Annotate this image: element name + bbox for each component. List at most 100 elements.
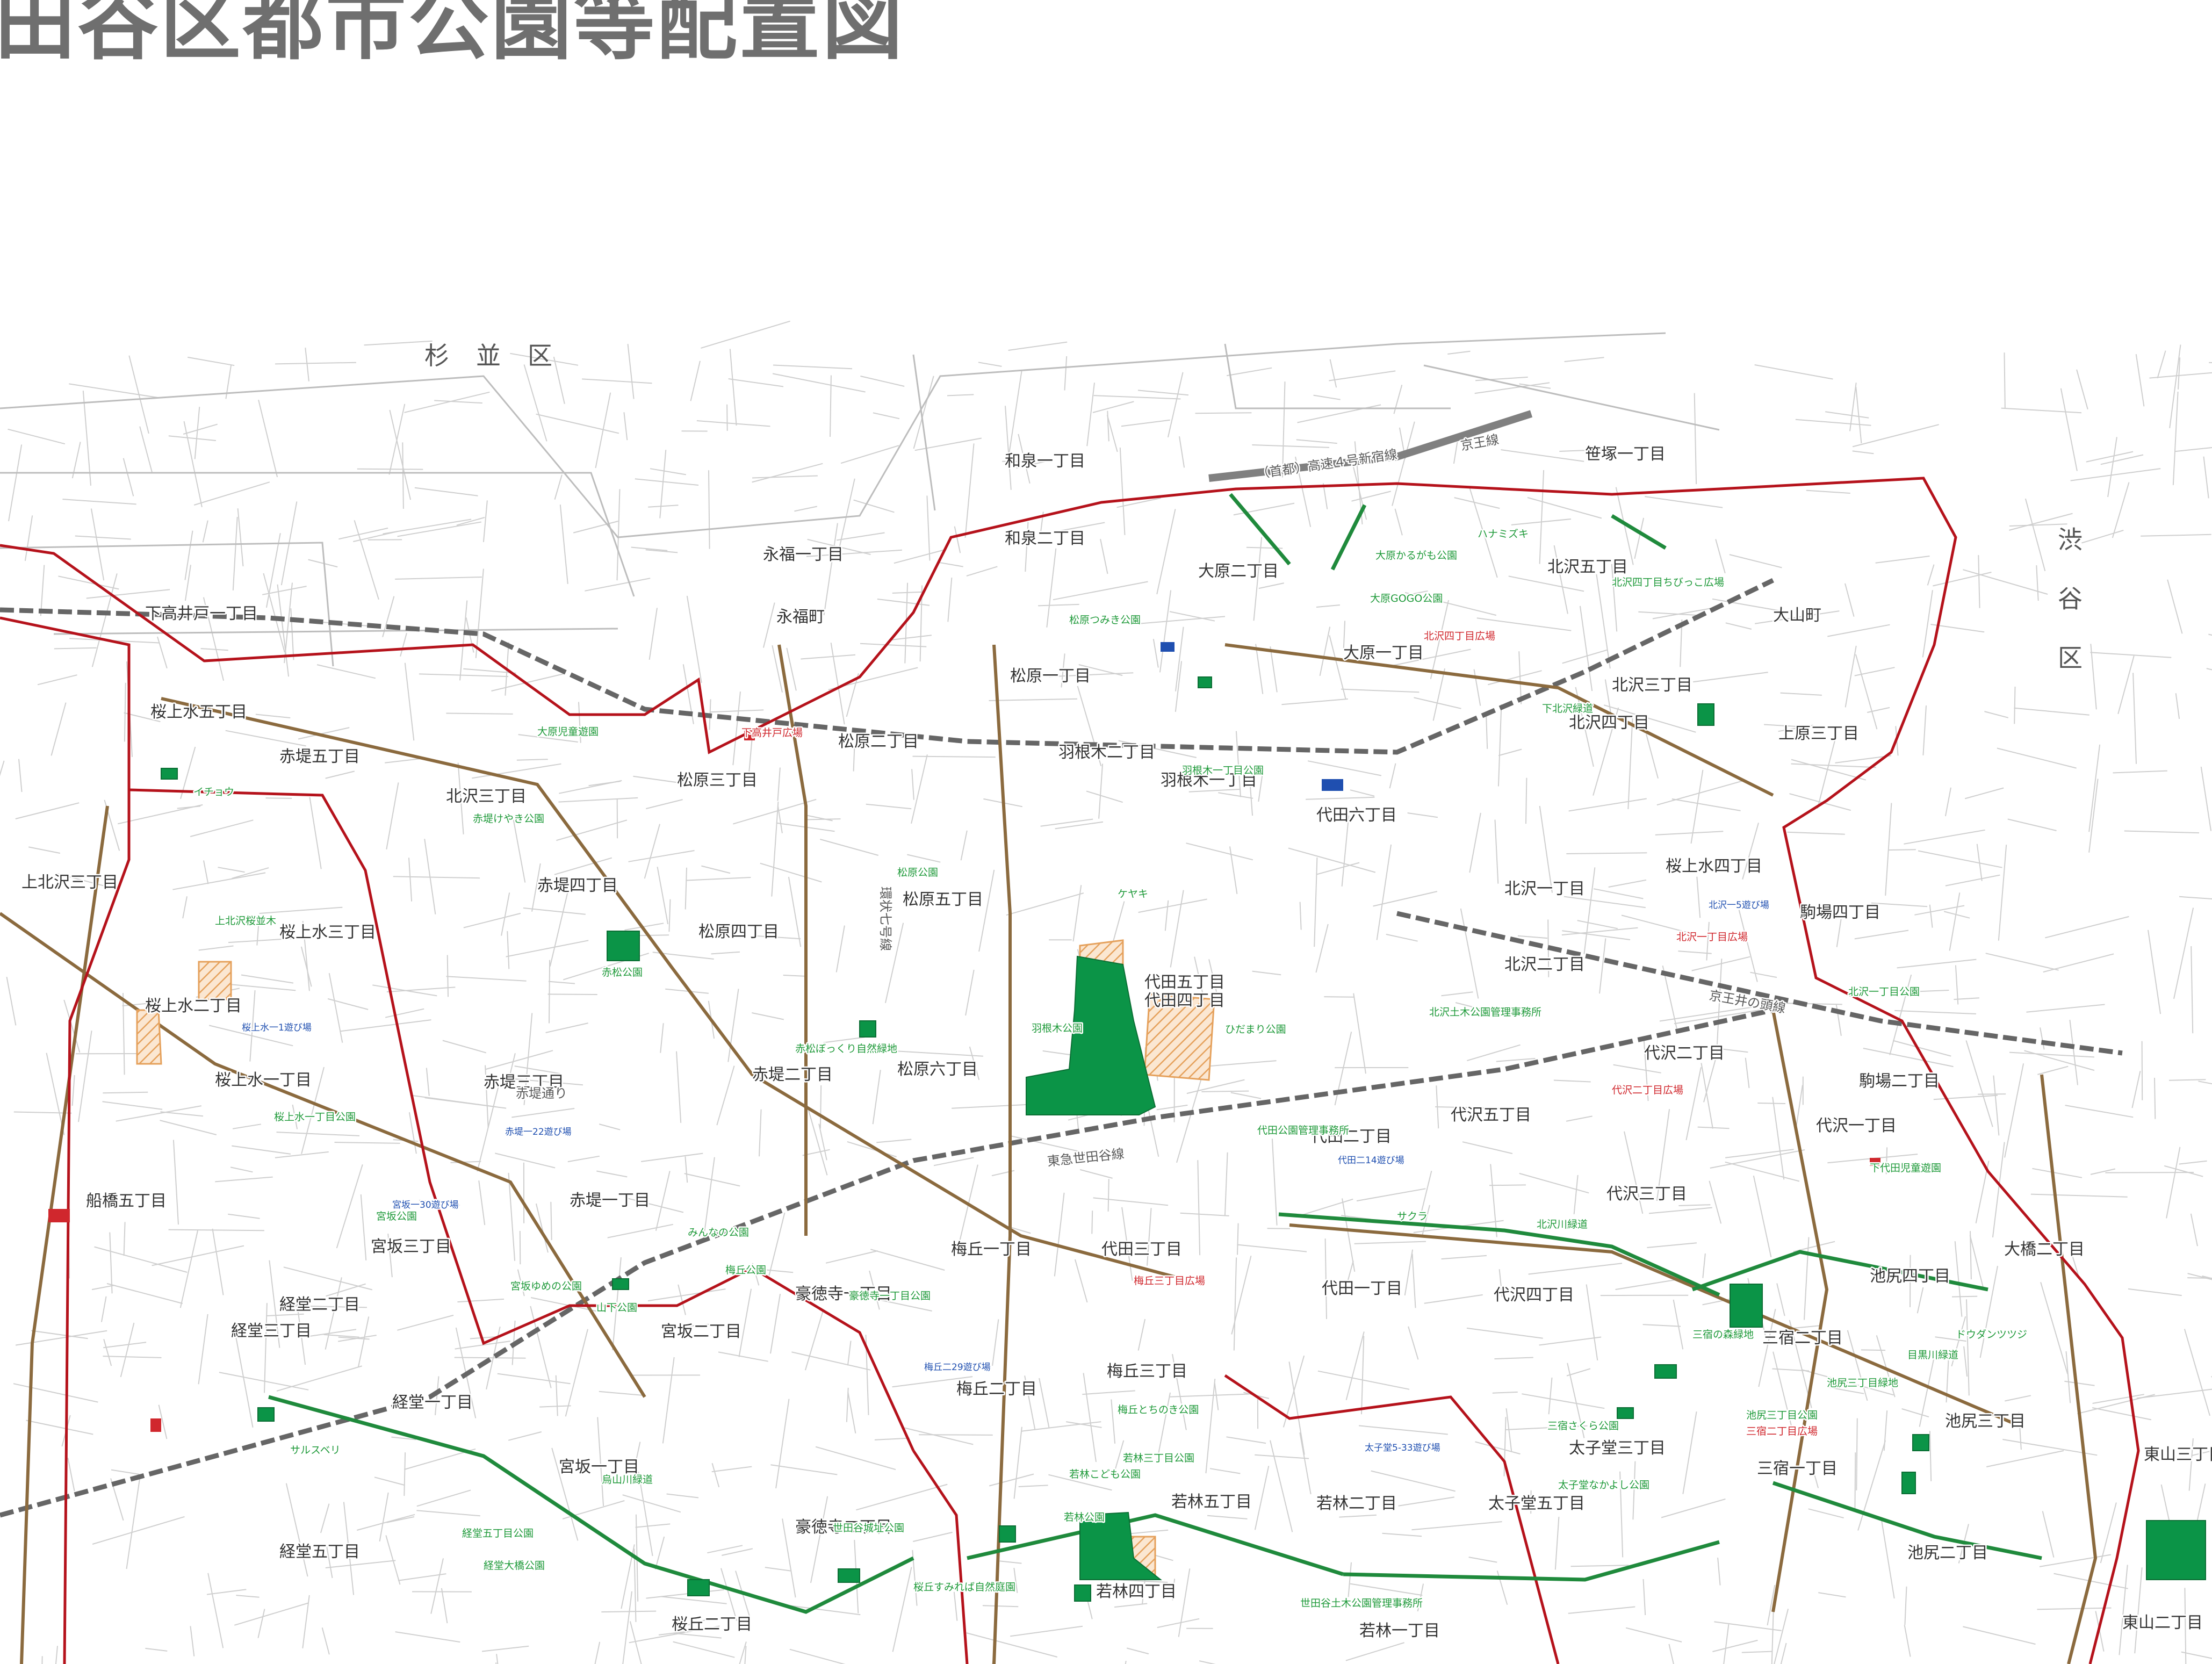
street-line (1389, 763, 1396, 789)
street-line (327, 998, 369, 1010)
street-line (78, 1031, 92, 1122)
street-line (1392, 421, 1415, 506)
street-line (2148, 930, 2161, 1014)
street-line (1038, 603, 1079, 607)
street-line (2157, 350, 2166, 379)
street-line (1288, 847, 1376, 873)
street-line (1634, 517, 1645, 559)
street-line (172, 1140, 179, 1225)
street-line (1408, 1326, 1419, 1360)
park-label: 代田公園管理事務所 (1257, 1125, 1349, 1136)
street-line (1093, 1197, 1169, 1206)
street-line (202, 520, 208, 543)
street-line (647, 1288, 726, 1302)
street-line (6, 977, 17, 1026)
street-line (1978, 555, 1980, 608)
street-line (1985, 953, 2059, 971)
street-line (1314, 857, 1318, 947)
street-line (463, 912, 521, 928)
street-line (1702, 1253, 1706, 1278)
town-label: 北沢五丁目 (1547, 558, 1628, 577)
street-line (1844, 583, 1855, 617)
town-label: 羽根木二丁目 (1058, 743, 1155, 762)
street-line (1137, 390, 1189, 396)
street-line (364, 340, 433, 346)
street-line (654, 1536, 665, 1570)
street-line (2090, 1168, 2116, 1175)
town-label: 若林四丁目 (1096, 1582, 1177, 1601)
street-line (2088, 744, 2101, 832)
planned-park-areas (136, 939, 1215, 1575)
town-label: 若林二丁目 (1316, 1494, 1397, 1513)
street-line (316, 664, 376, 679)
street-line (690, 361, 701, 401)
town-label: 松原六丁目 (897, 1060, 978, 1079)
street-line (1224, 1152, 1228, 1216)
street-line (1729, 554, 1782, 568)
street-line (960, 830, 968, 861)
street-line (2124, 830, 2200, 834)
street-line (40, 565, 45, 616)
street-line (495, 1152, 556, 1169)
street-line (2191, 946, 2194, 1034)
street-line (2007, 818, 2057, 831)
street-line (952, 1104, 1031, 1109)
street-line (1281, 698, 1348, 705)
street-line (446, 976, 527, 982)
street-line (1875, 556, 1930, 564)
street-line (819, 1085, 822, 1129)
street-line (1776, 1283, 1785, 1316)
street-line (1827, 624, 1890, 637)
street-line (657, 867, 669, 925)
park-label: 池尻三丁目公園 (1746, 1409, 1818, 1421)
street-line (1315, 924, 1329, 973)
street-line (18, 759, 23, 793)
street-line (536, 413, 619, 434)
street-line (567, 1155, 600, 1163)
street-line (1453, 442, 1458, 464)
street-line (649, 608, 658, 660)
street-line (360, 1194, 367, 1260)
street-line (676, 1051, 682, 1123)
street-line (434, 400, 482, 404)
street-line (2107, 437, 2117, 498)
street-line (1231, 1255, 1252, 1335)
street-line (508, 1431, 542, 1441)
street-line (847, 1341, 852, 1366)
street-line (1119, 447, 1126, 535)
street-line (710, 709, 764, 713)
town-label: 桜上水三丁目 (279, 923, 376, 942)
street-line (1596, 574, 1611, 669)
map-canvas[interactable]: 杉 並 区 渋谷区 和泉一丁目和泉二丁目永福一丁目永福町 下高井戸一丁目 笹塚一丁目… (0, 0, 2212, 1664)
street-line (1771, 1610, 1774, 1664)
street-line (728, 378, 784, 387)
street-line (2040, 1282, 2069, 1374)
town-label: 若林一丁目 (1359, 1622, 1440, 1640)
street-line (198, 945, 234, 951)
street-line (236, 1595, 260, 1598)
street-line (659, 450, 667, 518)
street-line (1138, 898, 1207, 913)
street-line (1916, 1287, 1924, 1314)
plazas (48, 731, 1880, 1432)
street-line (582, 378, 652, 384)
street-line (622, 1494, 681, 1513)
street-line (1074, 1259, 1088, 1303)
street-line (989, 1473, 1034, 1487)
town-label: 代沢四丁目 (1494, 1286, 1574, 1305)
street-line (794, 506, 818, 512)
park-label: 松原公園 (897, 867, 938, 878)
street-line (2081, 529, 2124, 544)
street-line (215, 1176, 273, 1183)
street-tree-label: ハナミズキ (1478, 528, 1529, 540)
street-line (594, 1641, 601, 1664)
street-line (1508, 575, 1584, 592)
street-line (1218, 792, 1253, 799)
town-label: 代田一丁目 (1322, 1279, 1402, 1298)
street-line (1716, 959, 1723, 1055)
street-line (982, 1605, 1019, 1608)
street-line (860, 643, 927, 647)
street-line (786, 647, 797, 691)
street-line (1945, 874, 2000, 887)
street-line (1904, 1625, 1911, 1657)
